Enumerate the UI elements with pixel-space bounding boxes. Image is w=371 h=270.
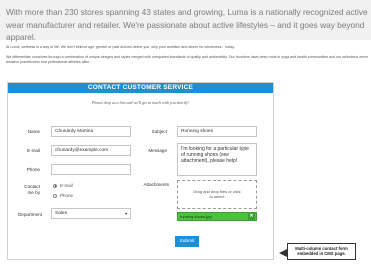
contact-by-email-label: E-mail <box>60 183 73 188</box>
email-label: E-mail <box>26 148 40 153</box>
submit-button[interactable]: Submit <box>175 236 199 247</box>
paragraph-wellness: At Luma, wellness is a way of life. We d… <box>6 45 235 49</box>
contact-by-email-radio[interactable]: E-mail <box>53 183 73 188</box>
department-select[interactable]: Sales ▾ <box>51 208 131 219</box>
name-field[interactable]: Chunardy Martina <box>51 126 131 137</box>
form-subtitle: Please drop us a line and we'll get in t… <box>91 100 190 105</box>
chevron-down-icon: ▾ <box>124 211 127 216</box>
email-field[interactable]: chunardy@example.com <box>51 145 131 156</box>
contact-by-phone-label: Phone <box>60 193 74 198</box>
uploaded-file: running shoes.jpg ✕ <box>177 212 257 221</box>
phone-field[interactable] <box>51 164 131 175</box>
name-label: Name <box>27 129 40 134</box>
message-label: Message <box>148 148 167 153</box>
form-title: CONTACT CUSTOMER SERVICE <box>8 83 273 93</box>
close-icon[interactable]: ✕ <box>248 213 255 220</box>
contact-by-label-2: me by <box>27 190 40 195</box>
callout-line-2: embedded in CMS page. <box>297 251 346 257</box>
callout-note: Multi-column contact form embedded in CM… <box>279 243 356 260</box>
attachments-dropzone[interactable]: Drag and drop files or click to select <box>177 180 257 209</box>
intro-text: With more than 230 stores spanning 43 st… <box>6 7 368 42</box>
dropzone-text-2: to select <box>209 194 225 200</box>
contact-by-phone-radio[interactable]: Phone <box>53 193 73 198</box>
attachments-label: Attachments <box>143 182 169 187</box>
contact-by-label-1: Contact <box>24 184 40 189</box>
subject-label: Subject <box>151 129 167 134</box>
paragraph-differentiate: We differentiate ourselves through a com… <box>6 55 368 64</box>
radio-unselected-icon <box>53 193 57 198</box>
department-label: Department <box>17 212 42 217</box>
uploaded-file-name: running shoes.jpg <box>180 214 212 219</box>
message-textarea[interactable]: I'm looking for a particular type of run… <box>177 143 257 176</box>
radio-selected-icon <box>53 183 57 188</box>
department-value: Sales <box>55 211 67 216</box>
phone-label: Phone <box>26 167 40 172</box>
subject-field[interactable]: Running shoes <box>177 126 257 137</box>
